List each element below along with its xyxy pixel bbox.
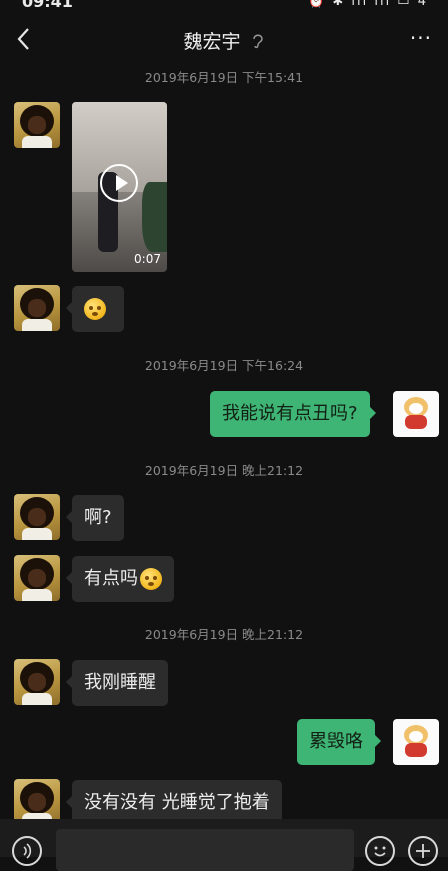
chat-title: 魏宏宇 bbox=[0, 27, 448, 54]
timestamp: 2019年6月19日 下午15:41 bbox=[144, 70, 304, 85]
add-icon bbox=[416, 844, 430, 858]
message-bubble-received[interactable]: 啊? bbox=[66, 495, 124, 541]
status-time: 09:41 bbox=[22, 0, 73, 11]
more-icon[interactable]: ··· bbox=[410, 26, 432, 50]
avatar[interactable] bbox=[14, 102, 60, 148]
message-bubble-sent[interactable]: 我能说有点丑吗? bbox=[210, 391, 376, 437]
message-bubble-sent[interactable]: 累毁咯 bbox=[297, 719, 381, 765]
voice-icon[interactable] bbox=[12, 836, 42, 866]
timestamp: 2019年6月19日 晚上21:12 bbox=[144, 627, 304, 642]
ear-icon bbox=[252, 34, 263, 49]
message-text: 没有没有 光睡觉了抱着 bbox=[84, 792, 270, 813]
message-input[interactable] bbox=[56, 829, 354, 871]
timestamp: 2019年6月19日 晚上21:12 bbox=[144, 463, 304, 478]
emoji-message[interactable] bbox=[66, 286, 124, 332]
message-text: 有点吗 bbox=[84, 568, 138, 589]
avatar[interactable] bbox=[14, 285, 60, 331]
message-text: 累毁咯 bbox=[309, 731, 363, 752]
message-bubble-received[interactable]: 有点吗 bbox=[66, 556, 174, 602]
play-icon[interactable] bbox=[100, 164, 138, 202]
video-duration: 0:07 bbox=[134, 252, 161, 266]
avatar[interactable] bbox=[14, 555, 60, 601]
message-text: 我能说有点丑吗? bbox=[222, 403, 358, 424]
avatar-self[interactable] bbox=[393, 719, 439, 765]
timestamp: 2019年6月19日 下午16:24 bbox=[144, 358, 304, 373]
message-text: 我刚睡醒 bbox=[84, 672, 156, 693]
avatar-self[interactable] bbox=[393, 391, 439, 437]
plus-icon[interactable] bbox=[408, 836, 438, 866]
avatar[interactable] bbox=[14, 659, 60, 705]
emoji-icon bbox=[84, 298, 106, 320]
status-bar: 09:41 ⏰ ✱ ıll ıll ▭ 4 bbox=[0, 0, 448, 12]
contact-name: 魏宏宇 bbox=[183, 31, 241, 53]
video-message[interactable]: 0:07 bbox=[72, 102, 167, 272]
flushed-emoji-icon bbox=[140, 568, 162, 590]
message-text: 啊? bbox=[84, 507, 112, 528]
voice-waves-icon bbox=[23, 843, 32, 859]
avatar[interactable] bbox=[14, 494, 60, 540]
emoji-icon[interactable] bbox=[365, 836, 395, 866]
status-icons: ⏰ ✱ ıll ıll ▭ 4 bbox=[308, 0, 428, 9]
message-bubble-received[interactable]: 我刚睡醒 bbox=[66, 660, 168, 706]
smile-icon bbox=[374, 846, 386, 857]
